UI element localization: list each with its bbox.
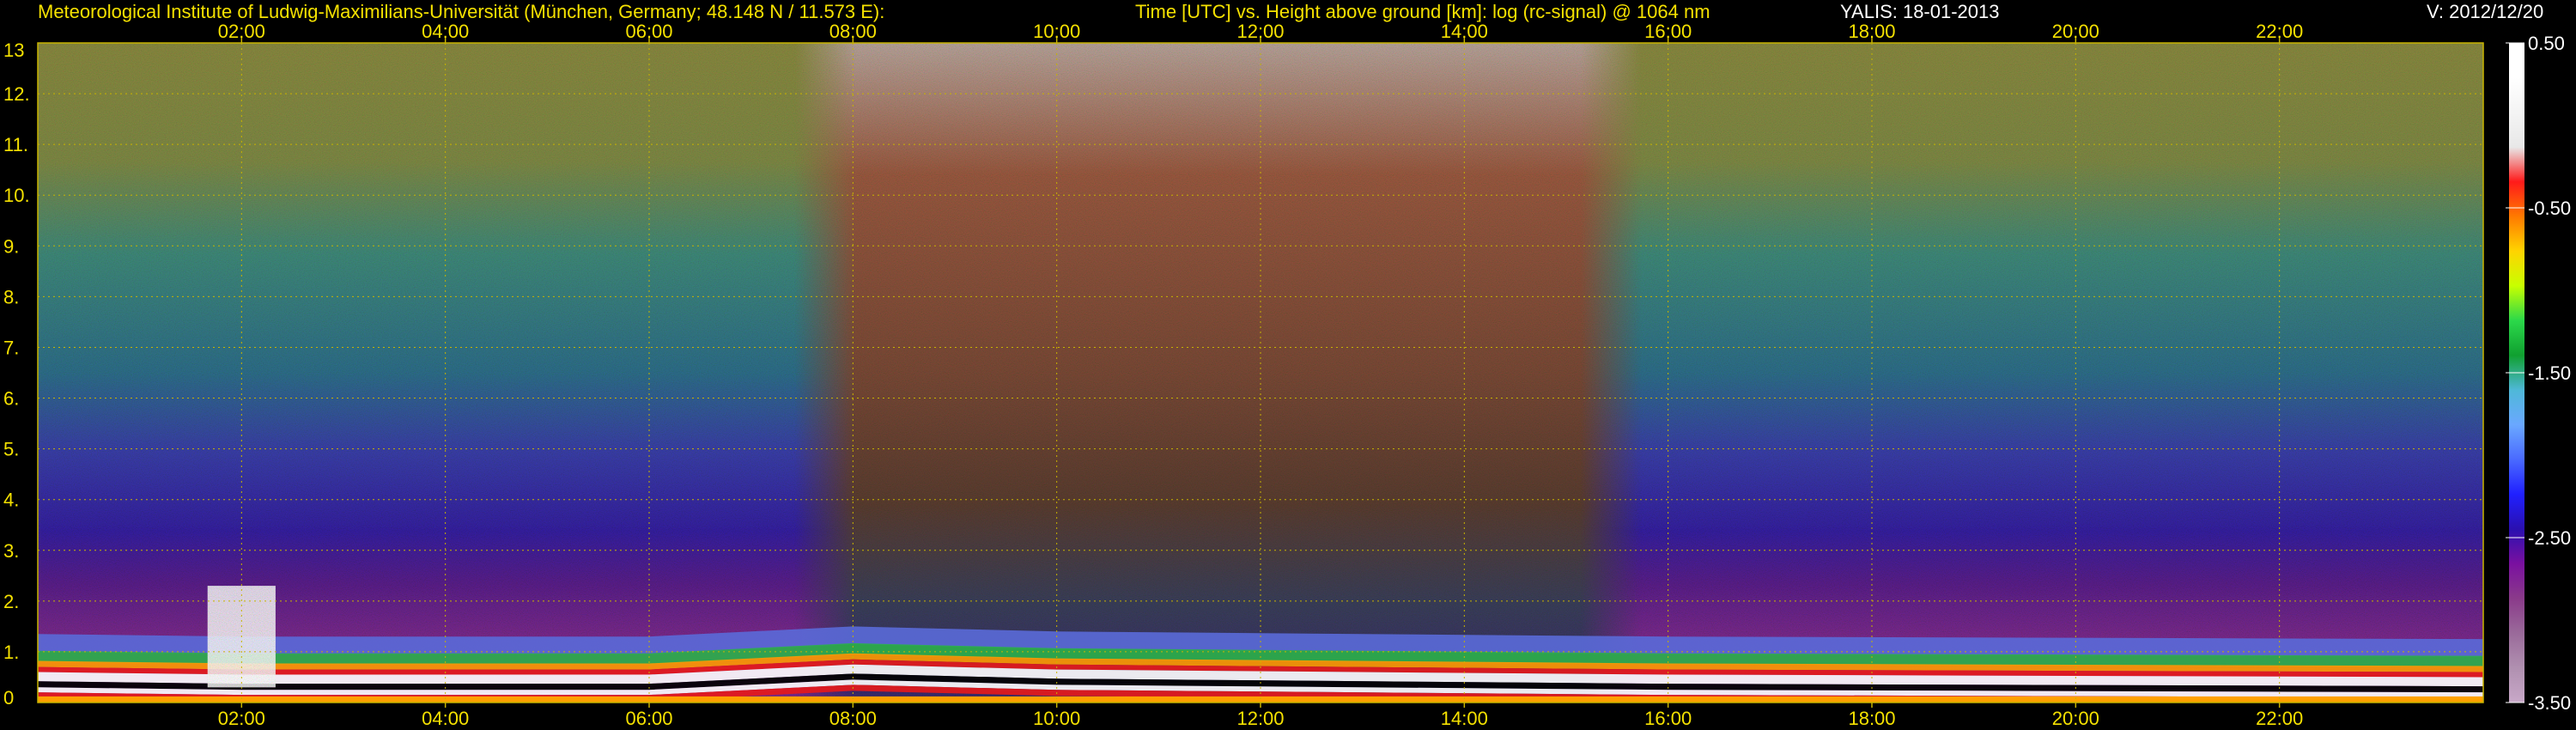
x-tick-label-bottom: 16:00 [1644,708,1692,729]
x-tick-label-bottom: 22:00 [2256,708,2303,729]
x-tick-label-bottom: 08:00 [829,708,877,729]
y-tick-label: 6. [3,388,19,410]
y-tick-label: 11. [3,134,28,155]
x-tick-label-top: 20:00 [2052,21,2099,42]
x-tick-label-bottom: 02:00 [218,708,265,729]
x-tick-label-bottom: 04:00 [422,708,469,729]
y-tick-label: 4. [3,490,19,511]
x-tick-label-bottom: 06:00 [625,708,672,729]
y-tick-label: 7. [3,337,19,358]
x-tick-label-top: 10:00 [1033,21,1080,42]
y-tick-label: 5. [3,439,19,460]
y-tick-label: 2. [3,591,19,612]
x-tick-label-top: 12:00 [1236,21,1284,42]
y-tick-label: 9. [3,235,19,257]
surface-strip [38,696,2483,703]
x-tick-label-bottom: 10:00 [1033,708,1080,729]
y-tick-label: 13 [3,40,24,61]
colorbar-tick-label: 0.50 [2528,33,2565,54]
x-tick-label-top: 04:00 [422,21,469,42]
x-tick-label-bottom: 12:00 [1236,708,1284,729]
x-tick-label-top: 14:00 [1441,21,1488,42]
x-tick-label-top: 02:00 [218,21,265,42]
y-tick-label: 1. [3,642,19,663]
x-tick-label-bottom: 20:00 [2052,708,2099,729]
y-tick-label: 0 [3,687,14,709]
chart-svg: 02:00 02:00 04:00 04:00 06:00 06:00 08:00 08:00… [3,21,2571,729]
lidar-quicklook: Meteorological Institute of Ludwig-Maxim… [0,0,2576,730]
x-tick-label-top: 08:00 [829,21,877,42]
colorbar: 0.50 -0.50 -1.50 -2.50 -3.50 [2506,33,2571,714]
colorbar-tick-label: -2.50 [2528,527,2571,549]
y-tick-label: 3. [3,540,19,562]
colorbar-tick-label: -0.50 [2528,198,2571,219]
y-tick-label: 8. [3,286,19,307]
colorbar-tick-label: -3.50 [2528,692,2571,714]
y-tick-label: 10. [3,185,30,206]
x-tick-label-bottom: 18:00 [1848,708,1895,729]
y-tick-label: 12. [3,83,30,105]
x-tick-label-top: 06:00 [625,21,672,42]
colorbar-tick-label: -1.50 [2528,362,2571,384]
x-tick-label-top: 16:00 [1644,21,1692,42]
x-tick-label-top: 22:00 [2256,21,2303,42]
x-tick-label-bottom: 14:00 [1441,708,1488,729]
x-tick-label-top: 18:00 [1848,21,1895,42]
